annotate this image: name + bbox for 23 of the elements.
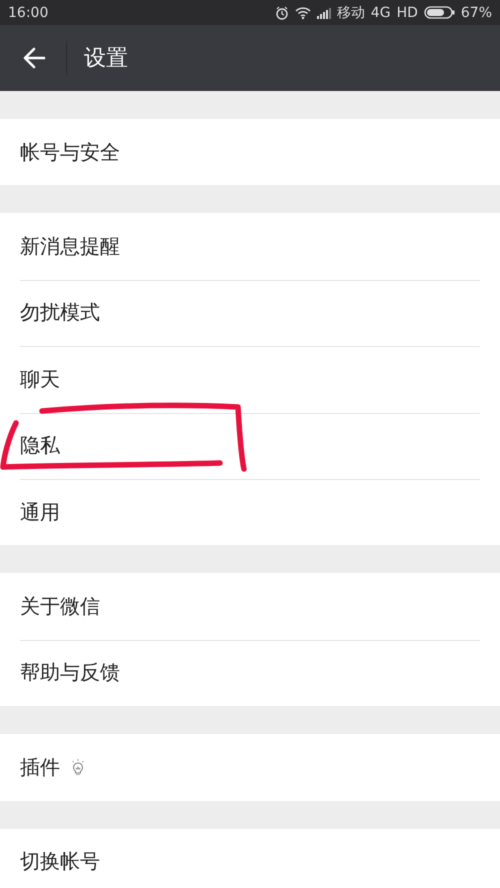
back-button[interactable]	[22, 46, 46, 70]
signal-icon	[316, 6, 331, 18]
settings-item[interactable]: 切换帐号	[0, 828, 500, 888]
light-bulb-icon	[70, 758, 86, 776]
wifi-icon	[294, 6, 311, 20]
alarm-icon	[274, 6, 289, 20]
settings-item[interactable]: 新消息提醒	[0, 213, 500, 280]
settings-item[interactable]: 勿扰模式	[0, 280, 500, 346]
settings-item[interactable]: 隐私	[0, 412, 500, 479]
hd-label: HD	[396, 4, 418, 20]
carrier-name: 移动	[336, 4, 365, 22]
page-title: 设置	[84, 45, 128, 73]
network-type: 4G	[370, 4, 391, 20]
battery-icon	[424, 6, 455, 19]
settings-item[interactable]: 关于微信	[0, 573, 500, 640]
clock-time: 16:00	[8, 4, 48, 20]
settings-item[interactable]: 聊天	[0, 346, 500, 413]
back-arrow-icon	[22, 47, 46, 69]
settings-item[interactable]: 通用	[0, 478, 500, 546]
battery-percent: 67%	[460, 4, 492, 20]
settings-item[interactable]: 插件	[0, 734, 500, 801]
settings-item[interactable]: 帐号与安全	[0, 119, 500, 186]
settings-item[interactable]: 帮助与反馈	[0, 640, 500, 706]
